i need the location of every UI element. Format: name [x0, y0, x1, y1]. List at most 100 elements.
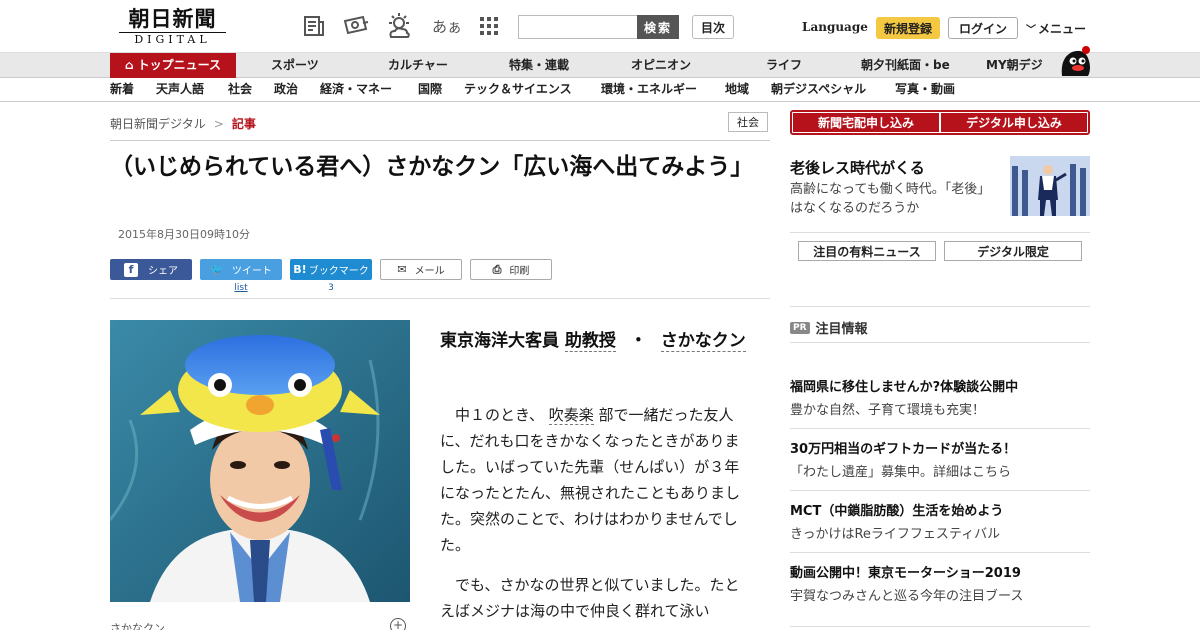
- breadcrumb-separator: >: [213, 117, 224, 131]
- nav-sports[interactable]: スポーツ: [271, 53, 319, 78]
- nav-photo-video[interactable]: 写真・動画: [895, 78, 955, 101]
- search-input[interactable]: [518, 15, 638, 39]
- promo-image[interactable]: [1010, 156, 1090, 216]
- divider: [790, 306, 1090, 307]
- pr-item-title: 30万円相当のギフトカードが当たる！: [790, 442, 1017, 457]
- divider: [110, 140, 770, 141]
- paragraph-text: でも、さかなの世界と似ていました。たとえばメジナは海の中で仲良く群れて泳い: [440, 576, 740, 620]
- nav-tensei-jingo[interactable]: 天声人語: [156, 78, 204, 101]
- article-headline: （いじめられている君へ）さかなクン「広い海へ出てみよう」: [110, 154, 754, 180]
- primary-nav: ⌂ トップニュース スポーツ カルチャー 特集・連載 オピニオン ライフ 朝夕刊紙…: [0, 52, 1200, 78]
- promo-title[interactable]: 老後レス時代がくる: [790, 157, 925, 178]
- breadcrumb-current: 記事: [231, 117, 256, 131]
- nav-life[interactable]: ライフ: [766, 53, 802, 78]
- pr-item-title: MCT（中鎖脂肪酸）生活を始めよう: [790, 504, 1004, 519]
- print-button[interactable]: ⎙ 印刷: [470, 259, 552, 280]
- newspaper-icon[interactable]: [300, 12, 328, 40]
- article-paragraph: でも、さかなの世界と似ていました。たとえばメジナは海の中で仲良く群れて泳い: [440, 572, 750, 624]
- pr-heading-label: 注目情報: [815, 322, 868, 337]
- share-label: ツイート: [231, 266, 272, 277]
- camera-icon[interactable]: [342, 12, 370, 40]
- site-header: 朝日新聞 DIGITAL あぁ 検索 目次 Language 新規登録 ログイン…: [0, 0, 1200, 52]
- share-label: 印刷: [509, 266, 530, 277]
- byline-title-link[interactable]: 助教授: [564, 331, 616, 352]
- nav-special[interactable]: 朝デジスペシャル: [771, 78, 866, 101]
- article-byline: 東京海洋大客員 助教授 ・ さかなクン: [440, 328, 750, 354]
- tab-paid-news[interactable]: 注目の有料ニュース: [798, 241, 936, 261]
- search-button[interactable]: 検索: [637, 15, 679, 39]
- nav-economy[interactable]: 経済・マネー: [320, 78, 392, 101]
- breadcrumb: 朝日新聞デジタル > 記事: [110, 115, 256, 132]
- weather-icon[interactable]: [385, 12, 413, 40]
- byline-separator: ・: [629, 331, 647, 351]
- nav-label: トップニュース: [137, 58, 221, 72]
- nav-culture[interactable]: カルチャー: [388, 53, 448, 78]
- menu-label: メニュー: [1038, 22, 1087, 36]
- mail-icon: ✉: [397, 263, 407, 276]
- mascot-icon[interactable]: [1058, 44, 1092, 78]
- share-label: メール: [414, 266, 445, 277]
- byline-affiliation: 東京海洋大客員: [440, 331, 559, 351]
- divider: [790, 626, 1090, 627]
- facebook-share-button[interactable]: f シェア: [110, 259, 192, 280]
- keyword-link[interactable]: 吹奏楽: [548, 406, 594, 425]
- photo-caption: さかなクン: [110, 622, 165, 630]
- mail-share-button[interactable]: ✉ メール: [380, 259, 462, 280]
- nav-international[interactable]: 国際: [418, 78, 442, 101]
- pr-item-desc: きっかけはReライフフェスティバル: [790, 527, 1001, 542]
- pr-item[interactable]: 福岡県に移住しませんか?体験談公開中 豊かな自然、子育て環境も充実！: [790, 378, 1090, 421]
- digital-subscribe-button[interactable]: デジタル申し込み: [941, 113, 1087, 132]
- menu-button[interactable]: ﹀ メニュー: [1026, 20, 1086, 37]
- twitter-icon: 🐦: [210, 263, 224, 276]
- language-link[interactable]: Language: [802, 20, 868, 34]
- pr-item[interactable]: 動画公開中！東京モーターショー2019 宇賀なつみさんと巡る今年の注目ブース: [790, 564, 1090, 607]
- divider: [790, 428, 1090, 429]
- byline-name-link[interactable]: さかなクン: [660, 331, 746, 352]
- chevron-down-icon: ﹀: [1026, 25, 1036, 36]
- divider: [790, 342, 1090, 343]
- paragraph-text: 部で一緒だった友人に、だれも口をきかなくなったときがありました。いばっていた先輩…: [440, 406, 741, 554]
- twitter-share-button[interactable]: 🐦 ツイート: [200, 259, 282, 280]
- subscription-box: 新聞宅配申し込み デジタル申し込み: [790, 110, 1090, 135]
- zoom-icon[interactable]: +: [390, 618, 406, 630]
- nav-region[interactable]: 地域: [725, 78, 749, 101]
- nav-latest[interactable]: 新着: [110, 78, 134, 101]
- secondary-nav: 新着 天声人語 社会 政治 経済・マネー 国際 テック＆サイエンス 環境・エネル…: [0, 78, 1200, 102]
- nav-paper[interactable]: 朝夕刊紙面・be: [861, 53, 950, 78]
- paper-subscribe-button[interactable]: 新聞宅配申し込み: [793, 113, 939, 132]
- nav-tech-science[interactable]: テック＆サイエンス: [464, 78, 572, 101]
- pr-item-desc: 「わたし遺産」募集中。詳細はこちら: [790, 465, 1012, 480]
- pr-item[interactable]: 30万円相当のギフトカードが当たる！ 「わたし遺産」募集中。詳細はこちら: [790, 440, 1090, 483]
- font-size-icon[interactable]: あぁ: [430, 12, 464, 40]
- promo-description[interactable]: 高齢になっても働く時代。「老後」はなくなるのだろうか: [790, 180, 1002, 218]
- register-button[interactable]: 新規登録: [876, 17, 940, 39]
- grid-icon[interactable]: [475, 12, 503, 40]
- nav-my-asahi[interactable]: MY朝デジ: [986, 53, 1043, 78]
- pr-item[interactable]: MCT（中鎖脂肪酸）生活を始めよう きっかけはReライフフェスティバル: [790, 502, 1090, 545]
- pr-heading: PR 注目情報: [790, 318, 868, 337]
- pr-item-title: 福岡県に移住しませんか?体験談公開中: [790, 380, 1019, 395]
- nav-environment[interactable]: 環境・エネルギー: [601, 78, 697, 101]
- nav-opinion[interactable]: オピニオン: [631, 53, 691, 78]
- pr-item-desc: 豊かな自然、子育て環境も充実！: [790, 403, 986, 418]
- site-logo[interactable]: 朝日新聞 DIGITAL: [115, 6, 230, 46]
- tab-digital-only[interactable]: デジタル限定: [944, 241, 1082, 261]
- toc-button[interactable]: 目次: [692, 15, 734, 39]
- hatena-bookmark-button[interactable]: B! ブックマーク: [290, 259, 372, 280]
- article-paragraph: 中１のとき、 吹奏楽 部で一緒だった友人に、だれも口をきかなくなったときがありま…: [440, 402, 750, 558]
- article-photo[interactable]: [110, 320, 410, 602]
- breadcrumb-home[interactable]: 朝日新聞デジタル: [110, 117, 206, 131]
- divider: [790, 232, 1090, 233]
- twitter-count[interactable]: list: [200, 283, 282, 293]
- nav-top-news[interactable]: ⌂ トップニュース: [110, 53, 236, 78]
- hatena-count[interactable]: 3: [290, 283, 372, 293]
- logo-japanese: 朝日新聞: [128, 6, 217, 31]
- nav-politics[interactable]: 政治: [274, 78, 298, 101]
- pr-item-desc: 宇賀なつみさんと巡る今年の注目ブース: [790, 589, 1024, 604]
- pr-badge: PR: [790, 321, 810, 334]
- nav-society[interactable]: 社会: [228, 78, 252, 101]
- print-icon: ⎙: [492, 262, 502, 276]
- login-button[interactable]: ログイン: [948, 17, 1018, 39]
- category-badge[interactable]: 社会: [728, 112, 768, 132]
- nav-features[interactable]: 特集・連載: [509, 53, 569, 78]
